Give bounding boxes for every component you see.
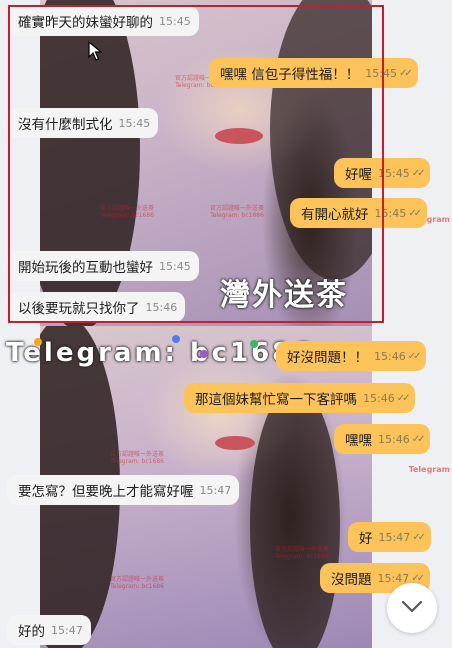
message-outgoing[interactable]: 嘿嘿 15:46 ✓✓ bbox=[334, 424, 431, 454]
message-outgoing[interactable]: 好喔 15:45 ✓✓ bbox=[334, 158, 431, 188]
message-outgoing[interactable]: 嘿嘿 信包子得性福！！ 15:45 ✓✓ bbox=[209, 58, 418, 88]
message-text: 以後要玩就只找你了 bbox=[18, 301, 140, 317]
message-text: 好喔 bbox=[345, 167, 372, 183]
message-incoming[interactable]: 開始玩後的互動也蠻好 15:45 bbox=[7, 251, 199, 281]
decor-dot bbox=[250, 340, 258, 348]
message-text: 好的 bbox=[18, 624, 45, 640]
message-incoming[interactable]: 以後要玩就只找你了 15:46 bbox=[7, 292, 186, 322]
message-time: 15:46 bbox=[378, 432, 410, 446]
message-text: 要怎寫？但要晚上才能寫好喔 bbox=[18, 484, 194, 500]
message-outgoing[interactable]: 好 15:47 ✓✓ bbox=[348, 522, 431, 552]
mouse-pointer-icon bbox=[88, 40, 103, 65]
message-time: 15:45 bbox=[159, 259, 191, 273]
side-watermark: Telegram bbox=[408, 465, 450, 474]
message-text: 嘿嘿 信包子得性福！！ bbox=[220, 67, 360, 83]
message-time: 15:46 bbox=[363, 391, 395, 405]
read-check-icon: ✓✓ bbox=[407, 350, 422, 362]
read-check-icon: ✓✓ bbox=[408, 207, 422, 219]
photo-lips bbox=[215, 436, 255, 450]
read-check-icon: ✓✓ bbox=[411, 572, 425, 584]
chevron-down-icon bbox=[401, 599, 423, 618]
message-text: 開始玩後的互動也蠻好 bbox=[18, 260, 153, 276]
read-check-icon: ✓✓ bbox=[399, 67, 413, 79]
read-check-icon: ✓✓ bbox=[396, 392, 411, 404]
message-incoming[interactable]: 沒有什麼制式化 15:45 bbox=[7, 108, 159, 138]
read-check-icon: ✓✓ bbox=[411, 167, 426, 179]
decor-dot bbox=[34, 338, 42, 346]
message-incoming[interactable]: 好的 15:47 bbox=[7, 615, 91, 645]
message-text: 有開心就好 bbox=[301, 207, 369, 223]
message-text: 好沒問題！！ bbox=[287, 350, 368, 366]
decor-dot bbox=[200, 350, 208, 358]
message-text: 好 bbox=[359, 531, 373, 547]
message-time: 15:47 bbox=[199, 483, 232, 497]
message-time: 15:45 bbox=[118, 116, 151, 130]
read-check-icon: ✓✓ bbox=[411, 433, 426, 445]
message-text: 沒問題 bbox=[331, 572, 372, 588]
telegram-overlay-text: Telegram: bc1686 bbox=[6, 338, 315, 368]
message-incoming[interactable]: 要怎寫？但要晚上才能寫好喔 15:47 bbox=[7, 475, 240, 505]
message-time: 15:47 bbox=[51, 623, 83, 637]
photo-watermark-5: 官方認證唯一外送茶 Telegram: bc1686 bbox=[275, 546, 330, 560]
message-time: 15:47 bbox=[378, 530, 411, 544]
message-text: 嘿嘿 bbox=[345, 433, 372, 449]
read-check-icon: ✓✓ bbox=[412, 531, 426, 543]
message-text: 沒有什麼制式化 bbox=[18, 117, 113, 133]
message-incoming[interactable]: 確實昨天的妹蠻好聊的 15:45 bbox=[7, 6, 199, 36]
photo-watermark-4: 官方認證唯一外送茶 Telegram: bc1686 bbox=[110, 451, 165, 465]
message-time: 15:45 bbox=[365, 66, 397, 80]
decor-dot bbox=[172, 335, 180, 343]
message-time: 15:45 bbox=[159, 14, 191, 28]
message-time: 15:46 bbox=[374, 349, 406, 363]
photo-watermark-3: 官方認證唯一外送茶 Telegram: bc1686 bbox=[210, 205, 265, 219]
message-time: 15:45 bbox=[378, 166, 410, 180]
message-outgoing[interactable]: 那這個妹幫忙寫一下客評嗎 15:46 ✓✓ bbox=[184, 383, 416, 413]
message-outgoing[interactable]: 有開心就好 15:45 ✓✓ bbox=[290, 198, 427, 228]
message-text: 確實昨天的妹蠻好聊的 bbox=[18, 15, 153, 31]
photo-lips bbox=[215, 128, 263, 144]
photo-watermark-2: 官方認證唯一外送茶 Telegram: bc1686 bbox=[100, 205, 155, 219]
photo-braid bbox=[250, 386, 340, 648]
message-time: 15:45 bbox=[374, 206, 407, 220]
message-time: 15:47 bbox=[377, 571, 410, 585]
scroll-down-button[interactable] bbox=[387, 583, 437, 633]
message-time: 15:46 bbox=[145, 300, 178, 314]
message-text: 那這個妹幫忙寫一下客評嗎 bbox=[195, 392, 357, 408]
message-outgoing[interactable]: 好沒問題！！ 15:46 ✓✓ bbox=[276, 341, 427, 371]
photo-watermark-6: 官方認證唯一外送茶 Telegram: bc1686 bbox=[110, 576, 165, 590]
photo-banner-text: 灣外送茶 bbox=[220, 278, 348, 313]
photo-hair-right bbox=[270, 0, 372, 280]
